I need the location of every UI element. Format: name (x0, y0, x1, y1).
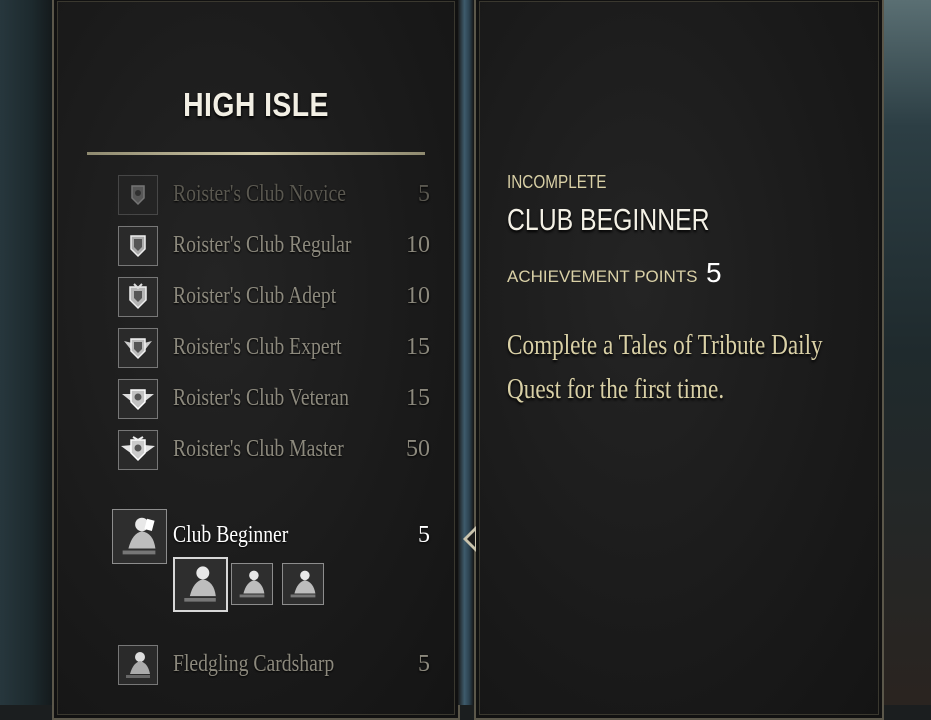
winged-shield-rank6-icon (118, 430, 158, 470)
achievement-row-label: Roister's Club Veteran (173, 385, 349, 411)
shield-rank1-icon (118, 175, 158, 215)
achievement-row-selected[interactable]: Club Beginner 5 (118, 516, 430, 558)
card-player-stage3-icon[interactable] (282, 563, 324, 605)
achievement-row[interactable]: Roister's Club Master 50 (118, 430, 430, 472)
achievement-description: Complete a Tales of Tribute Daily Quest … (507, 329, 823, 405)
achievement-points-label: ACHIEVEMENT POINTS (507, 267, 698, 286)
title-divider (87, 152, 425, 155)
card-player-stage2-icon[interactable] (231, 563, 273, 605)
background-left (0, 0, 52, 705)
shield-rank3-icon (118, 277, 158, 317)
shield-rank2-icon (118, 226, 158, 266)
achievement-row[interactable]: Roister's Club Adept 10 (118, 277, 430, 319)
achievement-row-points: 15 (406, 385, 430, 411)
achievement-row-points: 5 (418, 651, 430, 677)
achievement-status: INCOMPLETE (507, 172, 607, 192)
achievement-title: CLUB BEGINNER (507, 202, 710, 237)
achievement-row[interactable]: Roister's Club Veteran 15 (118, 379, 430, 421)
achievement-row-points: 10 (406, 283, 430, 309)
achievement-row-points: 5 (418, 181, 430, 207)
achievement-row-label: Roister's Club Expert (173, 334, 342, 360)
card-player-stage1-icon[interactable] (173, 557, 228, 612)
category-title: HIGH ISLE (183, 86, 329, 123)
achievement-row-label: Roister's Club Master (173, 436, 344, 462)
card-player-icon (118, 645, 158, 685)
achievement-row-points: 5 (418, 522, 430, 548)
achievement-row-label: Club Beginner (173, 522, 289, 548)
achievement-row-points: 15 (406, 334, 430, 360)
achievement-row-label: Roister's Club Adept (173, 283, 337, 309)
achievement-row-label: Roister's Club Regular (173, 232, 352, 258)
achievement-row-label: Fledgling Cardsharp (173, 651, 335, 677)
achievement-row[interactable]: Roister's Club Novice 5 (118, 175, 430, 217)
winged-shield-rank4-icon (118, 328, 158, 368)
achievement-points-line: ACHIEVEMENT POINTS 5 (507, 257, 722, 289)
achievement-row-label: Roister's Club Novice (173, 181, 347, 207)
winged-shield-rank5-icon (118, 379, 158, 419)
panel-divider (458, 0, 474, 705)
achievement-row[interactable]: Roister's Club Expert 15 (118, 328, 430, 370)
achievement-row-points: 10 (406, 232, 430, 258)
achievement-row-points: 50 (406, 436, 430, 462)
achievement-points-value: 5 (705, 257, 722, 288)
achievement-row[interactable]: Fledgling Cardsharp 5 (118, 645, 430, 687)
background-right (884, 0, 931, 705)
achievement-row[interactable]: Roister's Club Regular 10 (118, 226, 430, 268)
